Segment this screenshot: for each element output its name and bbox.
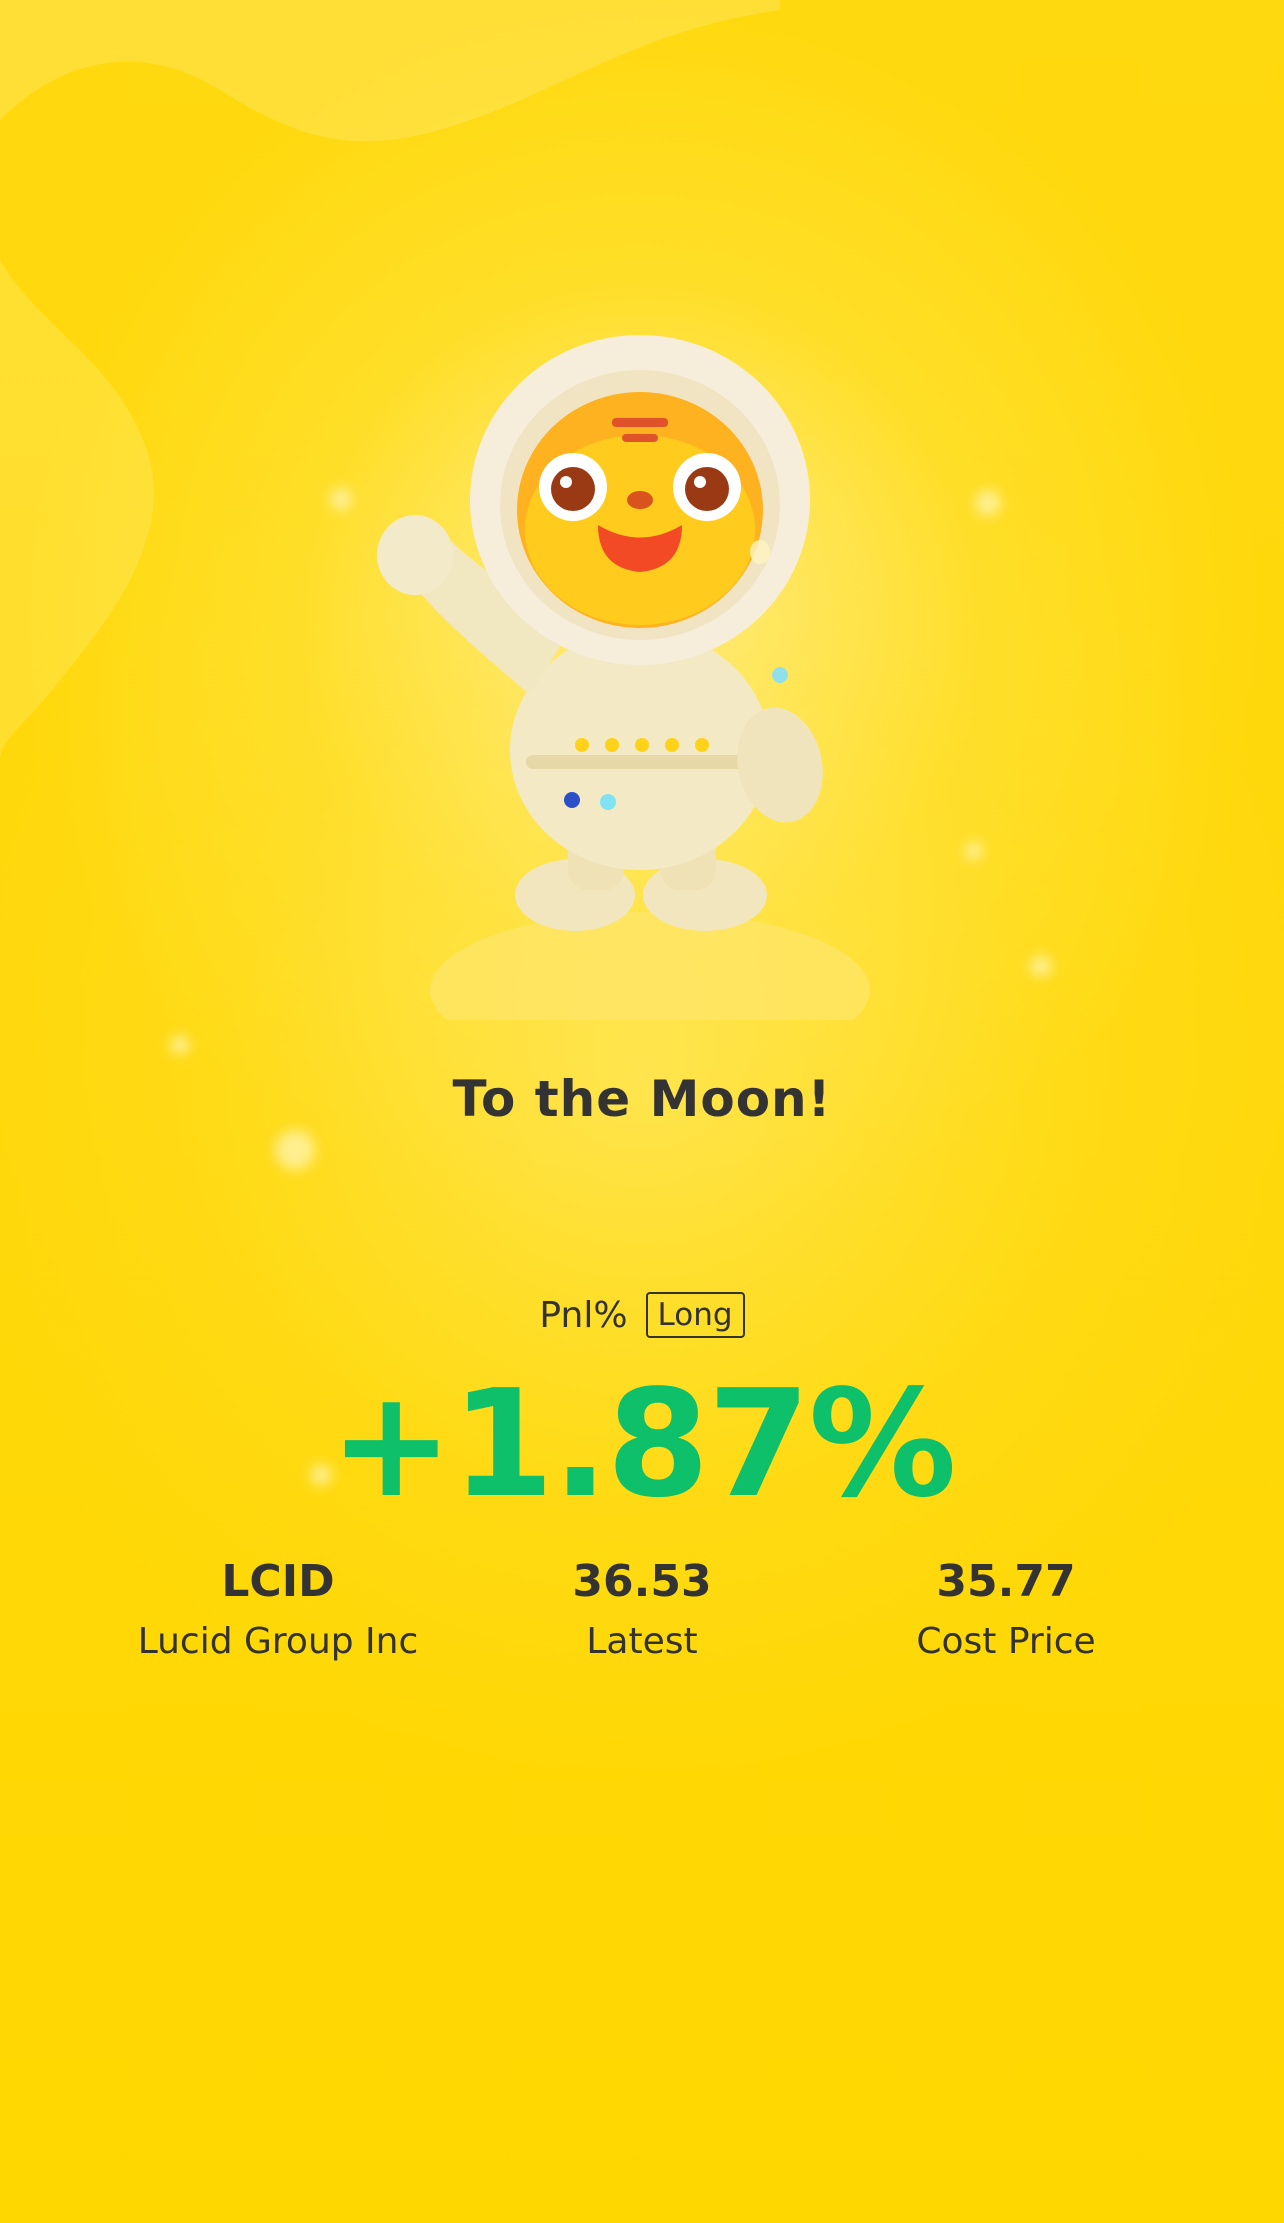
company-name: Lucid Group Inc [137,1621,419,1662]
astronaut-tiger-mascot [320,300,920,1020]
headline: To the Moon! [452,1070,832,1128]
cost-price-value: 35.77 [936,1556,1076,1607]
ticker-symbol: LCID [221,1556,335,1607]
sparkle [1030,955,1052,977]
pnl-label: Pnl% [539,1294,628,1336]
latest-label: Latest [586,1621,698,1662]
latest-price: 36.53 [572,1556,712,1607]
position-type-badge: Long [645,1292,745,1338]
stat-latest: 36.53 Latest [462,1550,822,1670]
stat-ticker: LCID Lucid Group Inc [98,1550,458,1670]
pnl-row: Pnl% Long [0,1292,1284,1338]
sparkle [275,1130,315,1170]
sparkle [170,1035,190,1055]
sparkle [965,842,983,860]
pnl-percentage: +1.87% [329,1358,956,1530]
cost-price-label: Cost Price [916,1621,1096,1662]
stat-cost-price: 35.77 Cost Price [826,1550,1186,1670]
sparkle [975,490,1001,516]
